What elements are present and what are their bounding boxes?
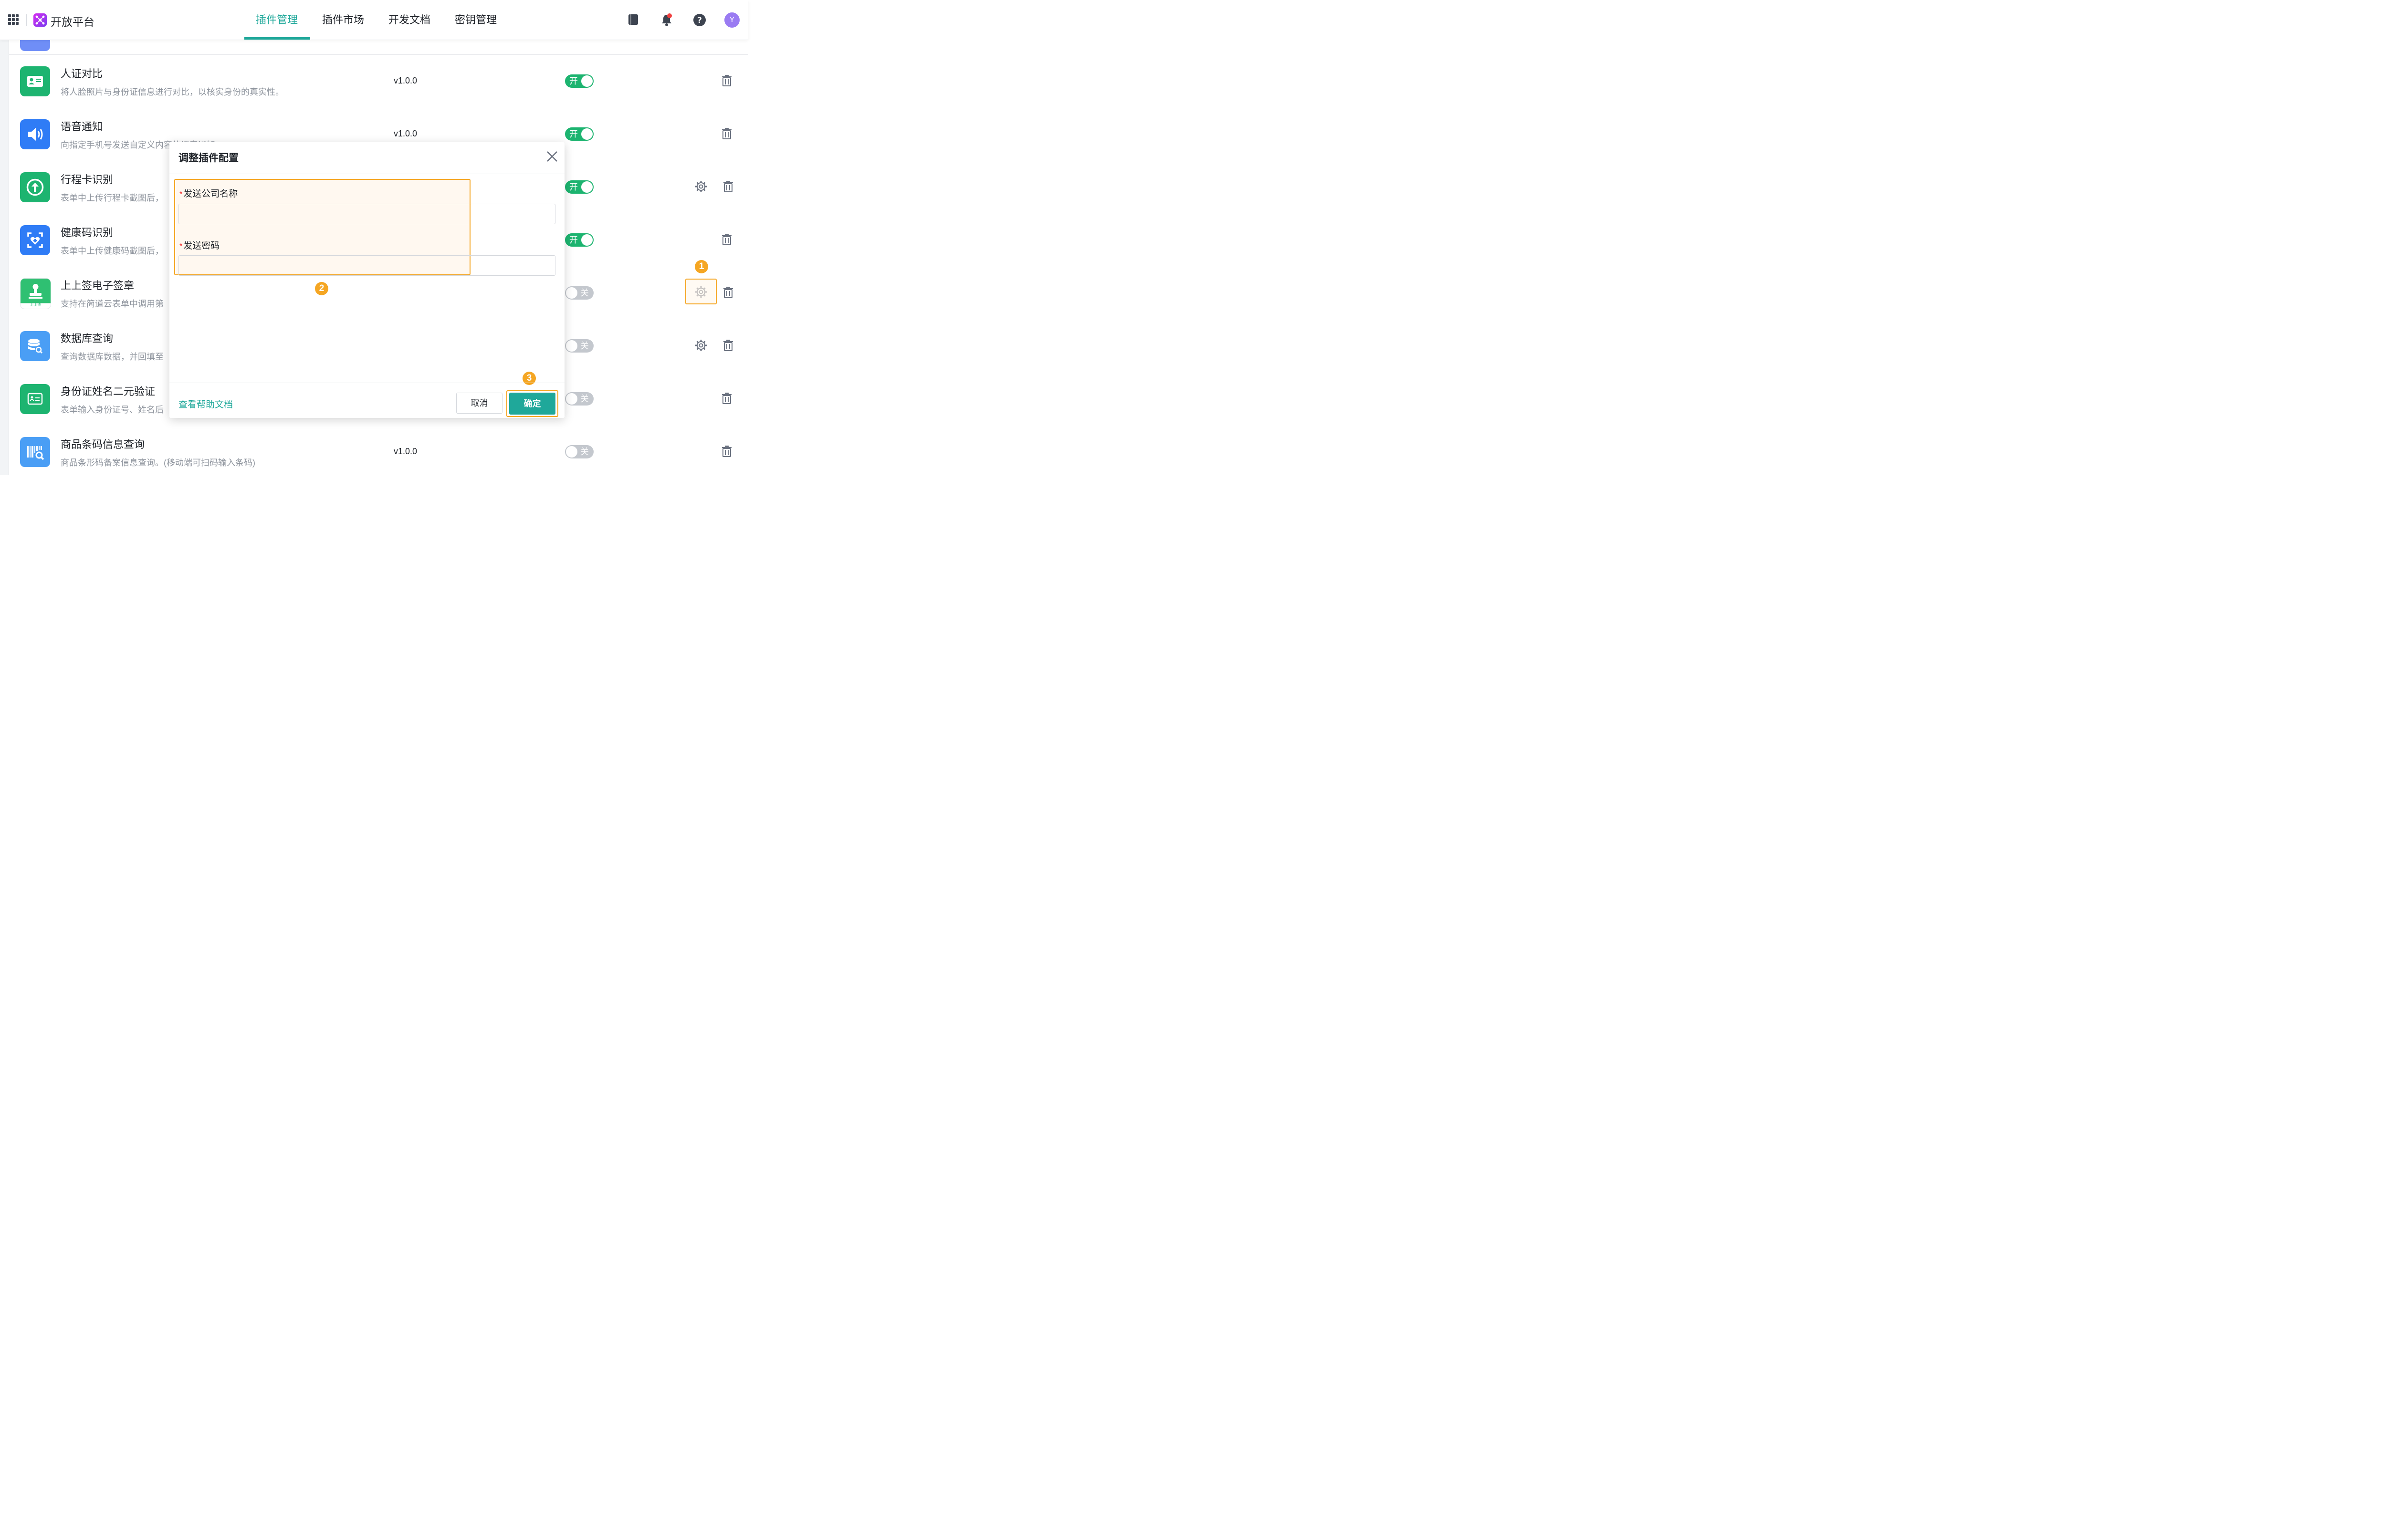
plugin-description: 表单中上传行程卡截图后， xyxy=(61,193,164,203)
plugin-name: 商品条码信息查询 xyxy=(61,438,145,450)
dialog-footer: 查看帮助文档 取消 确定 xyxy=(169,383,565,418)
company-name-label: * 发送公司名称 xyxy=(179,189,238,199)
notification-badge xyxy=(667,13,672,18)
tab-plugin-market[interactable]: 插件市场 xyxy=(322,0,364,40)
active-tab-underline xyxy=(244,37,310,40)
plugin-name: 语音通知 xyxy=(61,121,103,133)
plugin-version: v1.0.0 xyxy=(394,129,418,138)
trash-icon[interactable] xyxy=(722,339,734,352)
plugin-toggle[interactable]: 开 xyxy=(565,127,594,141)
barcode-icon xyxy=(20,437,50,467)
dialog-header: 调整插件配置 xyxy=(169,142,565,174)
required-marker: * xyxy=(179,190,183,198)
trash-icon[interactable] xyxy=(721,127,733,140)
trash-icon[interactable] xyxy=(722,286,734,299)
tab-plugin-management[interactable]: 插件管理 xyxy=(256,0,298,40)
plugin-toggle[interactable]: 关 xyxy=(565,339,594,353)
stamp-icon: 上上签 xyxy=(20,278,51,309)
plugin-description: 表单中上传健康码截图后， xyxy=(61,246,164,256)
trash-icon[interactable] xyxy=(721,74,733,87)
plugin-description: 商品条形码备案信息查询。(移动端可扫码输入条码) xyxy=(61,458,255,468)
trash-icon[interactable] xyxy=(721,445,733,458)
gear-highlight-box xyxy=(685,279,717,304)
tab-key-management[interactable]: 密钥管理 xyxy=(455,0,497,40)
partial-plugin-icon xyxy=(20,40,50,51)
header-divider xyxy=(26,14,27,26)
brand-title: 开放平台 xyxy=(51,16,94,28)
send-password-label: * 发送密码 xyxy=(179,241,220,251)
plugin-toggle[interactable]: 关 xyxy=(565,392,594,406)
plugin-description: 支持在简道云表单中调用第 xyxy=(61,299,164,309)
plugin-name: 数据库查询 xyxy=(61,333,114,344)
gear-icon[interactable] xyxy=(695,180,707,193)
plugin-toggle[interactable]: 开 xyxy=(565,233,594,247)
plugin-description: 表单输入身份证号、姓名后 xyxy=(61,405,164,415)
plugin-row-partial xyxy=(9,40,748,55)
close-icon[interactable] xyxy=(545,150,559,163)
plugin-name: 上上签电子签章 xyxy=(61,280,135,291)
dialog-title: 调整插件配置 xyxy=(178,153,239,164)
plugin-toggle[interactable]: 开 xyxy=(565,74,594,88)
plugin-description: 查询数据库数据，并回填至 xyxy=(61,352,164,362)
id-card-icon xyxy=(20,66,50,96)
plugin-name: 健康码识别 xyxy=(61,227,114,239)
plugin-name: 人证对比 xyxy=(61,68,103,80)
plugin-toggle[interactable]: 关 xyxy=(565,286,594,300)
help-icon[interactable]: ? xyxy=(693,13,706,27)
brand-logo-icon xyxy=(33,13,47,27)
plugin-config-dialog: 调整插件配置 * 发送公司名称 * 发送密码 2 3 查看帮助文档 取消 确定 xyxy=(169,142,565,418)
confirm-button[interactable]: 确定 xyxy=(509,393,555,415)
plugin-toggle[interactable]: 开 xyxy=(565,180,594,194)
database-icon xyxy=(20,331,50,361)
plugin-toggle[interactable]: 关 xyxy=(565,445,594,458)
gear-icon[interactable] xyxy=(695,339,707,352)
stamp-icon-label: 上上签 xyxy=(30,302,42,307)
notebook-icon[interactable] xyxy=(627,13,639,26)
speaker-icon xyxy=(20,119,50,149)
plugin-version: v1.0.0 xyxy=(394,447,418,456)
required-marker: * xyxy=(179,242,183,250)
plugin-name: 行程卡识别 xyxy=(61,174,114,186)
plugin-row: 人证对比 将人脸照片与身份证信息进行对比，以核实身份的真实性。 v1.0.0 开 xyxy=(9,55,748,108)
health-code-icon xyxy=(20,225,50,255)
plugin-name: 身份证姓名二元验证 xyxy=(61,385,156,397)
user-avatar[interactable]: Y xyxy=(724,12,740,28)
send-password-input[interactable] xyxy=(178,255,555,276)
top-navigation-bar: 开放平台 插件管理 插件市场 开发文档 密钥管理 ? Y xyxy=(0,0,748,40)
trash-icon[interactable] xyxy=(721,233,733,246)
left-rail xyxy=(0,40,9,475)
apps-grid-icon[interactable] xyxy=(8,14,19,25)
plugin-version: v1.0.0 xyxy=(394,76,418,85)
step-badge-1: 1 xyxy=(695,260,708,273)
cancel-button[interactable]: 取消 xyxy=(456,393,502,414)
step-badge-2: 2 xyxy=(315,282,328,295)
svg-text:?: ? xyxy=(697,16,702,25)
help-docs-link[interactable]: 查看帮助文档 xyxy=(178,397,233,410)
company-name-input[interactable] xyxy=(178,204,555,224)
tab-dev-docs[interactable]: 开发文档 xyxy=(388,0,430,40)
trash-icon[interactable] xyxy=(722,180,734,193)
plugin-description: 将人脸照片与身份证信息进行对比，以核实身份的真实性。 xyxy=(61,87,284,97)
trash-icon[interactable] xyxy=(721,392,733,405)
plugin-row: 商品条码信息查询 商品条形码备案信息查询。(移动端可扫码输入条码) v1.0.0… xyxy=(9,426,748,475)
arrow-up-icon xyxy=(20,172,50,202)
id-verify-icon xyxy=(20,384,50,414)
